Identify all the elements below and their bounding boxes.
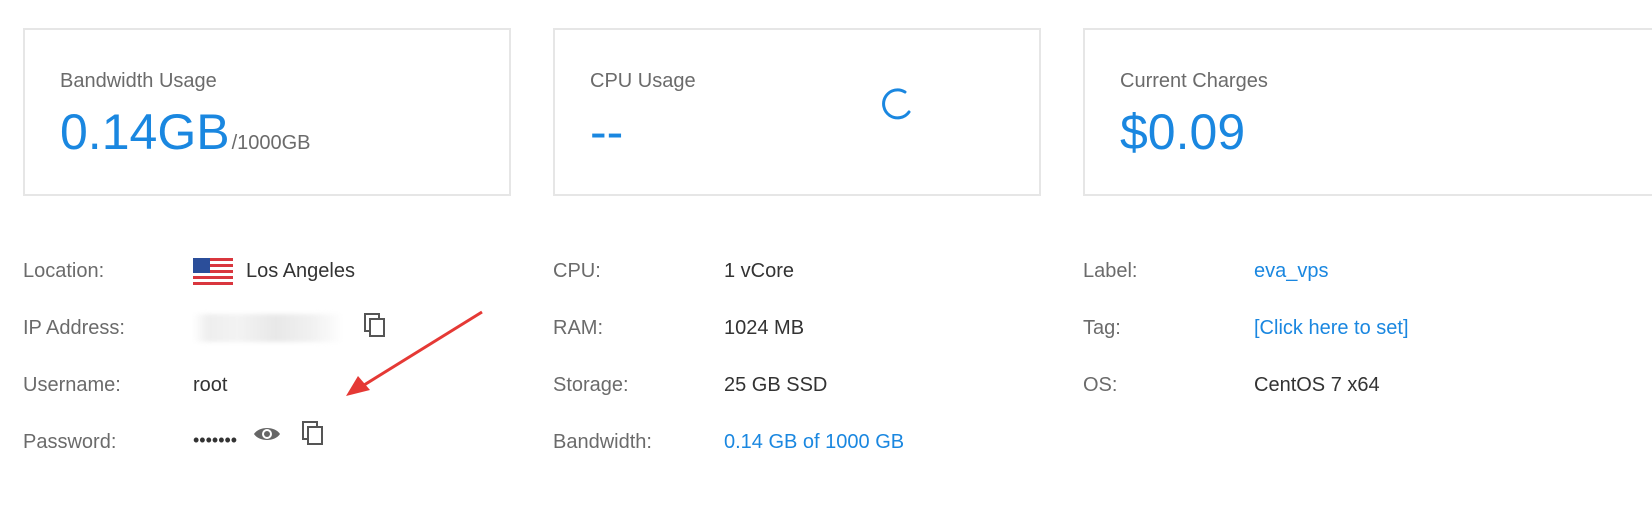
username-value: root bbox=[193, 374, 228, 396]
cpu-label: CPU: bbox=[553, 260, 601, 282]
current-charges-value: $0.09 bbox=[1120, 104, 1246, 160]
tag-label: Tag: bbox=[1083, 317, 1121, 339]
storage-value: 25 GB SSD bbox=[724, 374, 828, 396]
location-label: Location: bbox=[23, 260, 105, 282]
os-value: CentOS 7 x64 bbox=[1254, 374, 1380, 396]
current-charges-card: Current Charges $0.09 bbox=[1083, 28, 1652, 196]
cpu-value: 1 vCore bbox=[724, 260, 795, 282]
card-title: Bandwidth Usage bbox=[60, 70, 217, 92]
ram-value: 1024 MB bbox=[724, 317, 805, 339]
ip-address-label: IP Address: bbox=[23, 317, 125, 339]
set-tag-link[interactable]: [Click here to set] bbox=[1254, 316, 1409, 340]
storage-label: Storage: bbox=[553, 374, 629, 396]
ram-label: RAM: bbox=[553, 317, 603, 339]
bandwidth-usage-card: Bandwidth Usage 0.14GB/1000GB bbox=[23, 28, 511, 196]
card-title: CPU Usage bbox=[590, 70, 696, 92]
bandwidth-label: Bandwidth: bbox=[553, 431, 652, 453]
password-label: Password: bbox=[23, 431, 117, 453]
bandwidth-limit: /1000GB bbox=[231, 132, 311, 154]
cpu-usage-value: -- bbox=[590, 104, 624, 160]
ip-address-value-redacted bbox=[193, 314, 343, 342]
copy-icon[interactable] bbox=[301, 420, 325, 446]
card-title: Current Charges bbox=[1120, 70, 1268, 92]
eye-icon[interactable] bbox=[253, 424, 281, 444]
bandwidth-usage-value: 0.14GB/1000GB bbox=[60, 104, 311, 160]
os-label: OS: bbox=[1083, 374, 1118, 396]
password-value: ••••••• bbox=[193, 430, 238, 450]
location-value: Los Angeles bbox=[246, 260, 355, 282]
username-label: Username: bbox=[23, 374, 121, 396]
red-arrow-annotation bbox=[346, 310, 483, 396]
label-label: Label: bbox=[1083, 260, 1138, 282]
cpu-usage-card: CPU Usage -- bbox=[553, 28, 1041, 196]
bandwidth-link[interactable]: 0.14 GB of 1000 GB bbox=[724, 430, 904, 454]
server-label-link[interactable]: eva_vps bbox=[1254, 259, 1329, 283]
loading-spinner-icon bbox=[882, 88, 911, 120]
us-flag-icon bbox=[193, 258, 233, 285]
